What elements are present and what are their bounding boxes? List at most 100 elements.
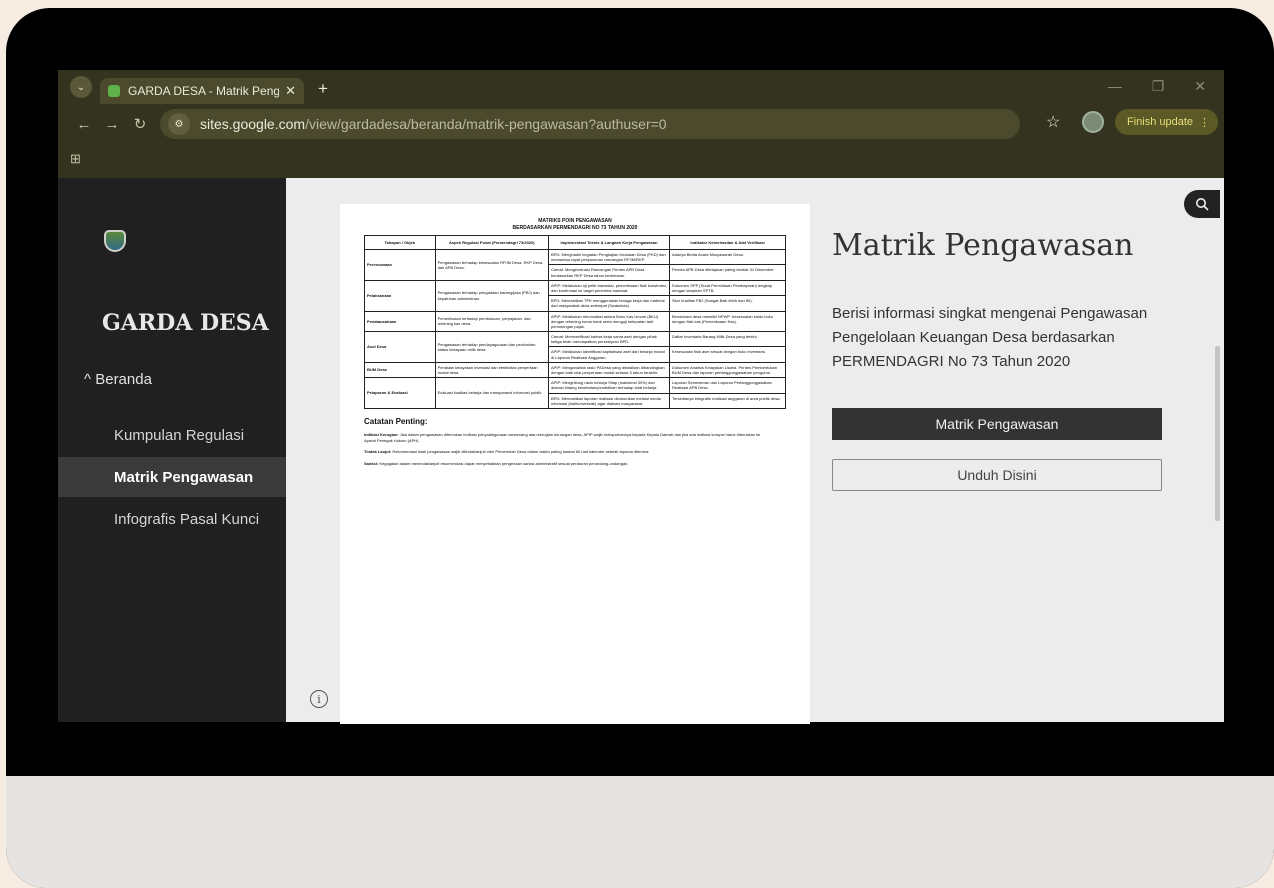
impl-cell: BPD: Menghadiri kegiatan Pengkajian Kead… [548, 248, 671, 266]
table-row: Penatausahaan Pemeriksaan terhadap pembu… [364, 310, 786, 333]
bookmarks-bar: ⊞ [58, 144, 1224, 174]
note-label: Sanksi: [364, 460, 379, 466]
impl-cell: APIP: Melakukan rekonsiliasi antara Buku… [548, 310, 671, 333]
site-sidebar: GARDA DESA ^ Beranda Kumpulan Regulasi M… [58, 178, 286, 722]
table-row: Pelaporan & Evaluasi Evaluasi kualitas b… [364, 377, 786, 409]
note-text: Jika dalam pengawasan ditemukan indikasi… [364, 431, 761, 443]
indicator-cell: Adanya Berita Acara Musyawarah Desa. [669, 248, 786, 266]
table-header-row: Tahapan / Objek Aspek Regulasi Pusat (Pe… [364, 235, 786, 250]
nav-item-matrik-pengawasan[interactable]: Matrik Pengawasan [58, 457, 286, 497]
page-title: Matrik Pengawasan [832, 228, 1134, 263]
impl-cell: Camat: Memverifikasi bahwa kerja sama as… [548, 331, 671, 348]
tab-search-chevron-icon[interactable]: ⌄ [70, 76, 92, 98]
profile-avatar[interactable] [1082, 111, 1104, 133]
note-label: Tindak Lanjut: [364, 449, 392, 455]
header-cell: Aspek Regulasi Pusat (Permendagri 73/202… [434, 235, 550, 250]
new-tab-button[interactable]: + [318, 79, 328, 99]
minimize-icon[interactable]: — [1108, 78, 1122, 95]
nav-item-label: Kumpulan Regulasi [114, 426, 245, 444]
matrix-document-image: MATRIKS POIN PENGAWASAN BERDASARKAN PERM… [340, 204, 810, 724]
note-label: Indikasi Kerugian: [364, 431, 399, 437]
indicator-cell: Bendahara desa memiliki NPWP. Kesesuaian… [669, 310, 786, 333]
kebab-menu-icon[interactable]: ⋮ [1199, 116, 1210, 129]
indicator-cell: Tersedianya infografis realisasi anggara… [669, 392, 786, 409]
header-cell: Indikator Keberhasilan & Alat Verifikasi [669, 235, 786, 250]
impl-cell: Camat: Mengevaluasi Rancangan Perdes APB… [548, 264, 671, 281]
browser-window: ⌄ GARDA DESA - Matrik Pengawasan ✕ + — ❐… [58, 70, 1224, 724]
note-item: Sanksi: Kegagalan dalam menindaklanjuti … [364, 461, 764, 467]
close-tab-icon[interactable]: ✕ [285, 83, 296, 99]
page-content: MATRIKS POIN PENGAWASAN BERDASARKAN PERM… [286, 178, 1224, 724]
active-tab[interactable]: GARDA DESA - Matrik Pengawasan ✕ [100, 78, 304, 104]
reload-icon[interactable]: ↻ [126, 115, 154, 133]
tab-bar: ⌄ GARDA DESA - Matrik Pengawasan ✕ + — ❐… [58, 70, 1224, 104]
finish-update-button[interactable]: Finish update ⋮ [1115, 109, 1219, 135]
impl-cell: APIP: Melakukan identifikasi kapitalisas… [548, 346, 671, 363]
address-bar[interactable]: ⚙ sites.google.com/view/gardadesa/berand… [160, 109, 1020, 139]
indicator-cell: Perdes APB Desa ditetapkan paling lambat… [669, 264, 786, 281]
url-host: sites.google.com [200, 116, 306, 132]
site-logo-icon[interactable] [104, 230, 126, 252]
indicator-cell: Dokumen SPP (Surat Permintaan Pembayaran… [669, 279, 786, 297]
bookmark-star-icon[interactable]: ☆ [1046, 112, 1060, 132]
back-icon[interactable]: ← [70, 116, 98, 133]
matrix-table: Tahapan / Objek Aspek Regulasi Pusat (Pe… [364, 235, 786, 409]
stage-cell: Penatausahaan [364, 310, 436, 333]
page-scrollbar[interactable] [1215, 346, 1220, 521]
unduh-disini-button[interactable]: Unduh Disini [832, 459, 1162, 491]
chevron-up-icon[interactable]: ^ [84, 371, 91, 388]
close-window-icon[interactable]: ✕ [1194, 78, 1206, 95]
nav-item-kumpulan-regulasi[interactable]: Kumpulan Regulasi [58, 415, 286, 455]
site-name[interactable]: GARDA DESA [102, 310, 269, 336]
header-cell: Tahapan / Objek [364, 235, 436, 250]
note-item: Indikasi Kerugian: Jika dalam pengawasan… [364, 432, 764, 443]
window-controls: — ❐ ✕ [1108, 78, 1206, 95]
aspect-cell: Pengawasan terhadap pengadaan barang/jas… [434, 279, 550, 312]
site-info-icon[interactable]: ⚙ [168, 113, 190, 135]
apps-grid-icon[interactable]: ⊞ [70, 151, 81, 167]
search-button[interactable] [1184, 190, 1220, 218]
aspect-cell: Penilaian kelayakan investasi dan efekti… [434, 361, 550, 379]
nav-home-label: Beranda [95, 371, 152, 388]
impl-cell: APIP: Menghitung rasio belanja Sifap (ma… [548, 377, 671, 394]
indicator-cell: Skor kualitas PBJ (Sangat Baik lebih dar… [669, 295, 786, 312]
impl-cell: BPD: Memastikan TPK menggunakan tenaga k… [548, 295, 671, 312]
note-text: Kegagalan dalam menindaklanjuti rekomend… [378, 460, 629, 466]
restore-icon[interactable]: ❐ [1152, 78, 1165, 95]
site-favicon-icon [108, 85, 120, 97]
page-description: Berisi informasi singkat mengenai Pengaw… [832, 305, 1148, 370]
note-text: Rekomendasi hasil pengawasan wajib ditin… [391, 449, 650, 455]
search-icon [1196, 198, 1209, 211]
tab-title: GARDA DESA - Matrik Pengawasan [128, 84, 280, 98]
finish-update-label: Finish update [1127, 116, 1194, 128]
browser-toolbar: ← → ↻ ⚙ sites.google.com/view/gardadesa/… [58, 104, 1224, 144]
stage-cell: Pelaporan & Evaluasi [364, 377, 436, 409]
table-row: Aset Desa Pengawasan terhadap pendayagun… [364, 331, 786, 363]
nav-home[interactable]: ^ Beranda [84, 371, 152, 388]
indicator-cell: Laporan Semesteran dan Laporan Pertanggu… [669, 377, 786, 394]
matrik-pengawasan-button[interactable]: Matrik Pengawasan [832, 408, 1162, 440]
table-row: Pelaksanaan Pengawasan terhadap pengadaa… [364, 279, 786, 312]
stage-cell: Aset Desa [364, 331, 436, 363]
url-text: sites.google.com/view/gardadesa/beranda/… [200, 116, 667, 132]
aspect-cell: Pengawasan terhadap pendayagunaan dan pe… [434, 331, 550, 363]
nav-item-infografis[interactable]: Infografis Pasal Kunci [58, 499, 286, 539]
table-row: BUM Desa Penilaian kelayakan investasi d… [364, 361, 786, 379]
indicator-cell: Kesesuaian fisik aset sesuai dengan buku… [669, 346, 786, 363]
stage-cell: Pelaksanaan [364, 279, 436, 312]
url-path: /view/gardadesa/beranda/matrik-pengawasa… [305, 116, 667, 132]
document-title-line2: BERDASARKAN PERMENDAGRI NO 73 TAHUN 2020 [512, 225, 638, 231]
impl-cell: APIP: Melakukan uji petik transaksi, pem… [548, 279, 671, 297]
nav-item-label: Matrik Pengawasan [114, 468, 254, 486]
info-icon[interactable]: i [310, 690, 328, 708]
indicator-cell: Dokumen Analisis Kelayakan Usaha. Perdes… [669, 361, 786, 379]
table-row: Perencanaan Pengawasan terhadap kesesuai… [364, 248, 786, 281]
aspect-cell: Pengawasan terhadap kesesuaian RPJM Desa… [434, 249, 550, 281]
impl-cell: BPD: Memastikan laporan realisasi diumum… [548, 392, 671, 409]
bottom-panel [6, 776, 1274, 888]
aspect-cell: Pemeriksaan terhadap pembukuan, perpajak… [434, 310, 550, 333]
forward-icon[interactable]: → [98, 116, 126, 133]
impl-cell: APIP: Menganalisis rasio PADesa yang dih… [548, 361, 671, 379]
stage-cell: BUM Desa [364, 361, 436, 379]
nav-item-label: Infografis Pasal Kunci [114, 510, 260, 528]
